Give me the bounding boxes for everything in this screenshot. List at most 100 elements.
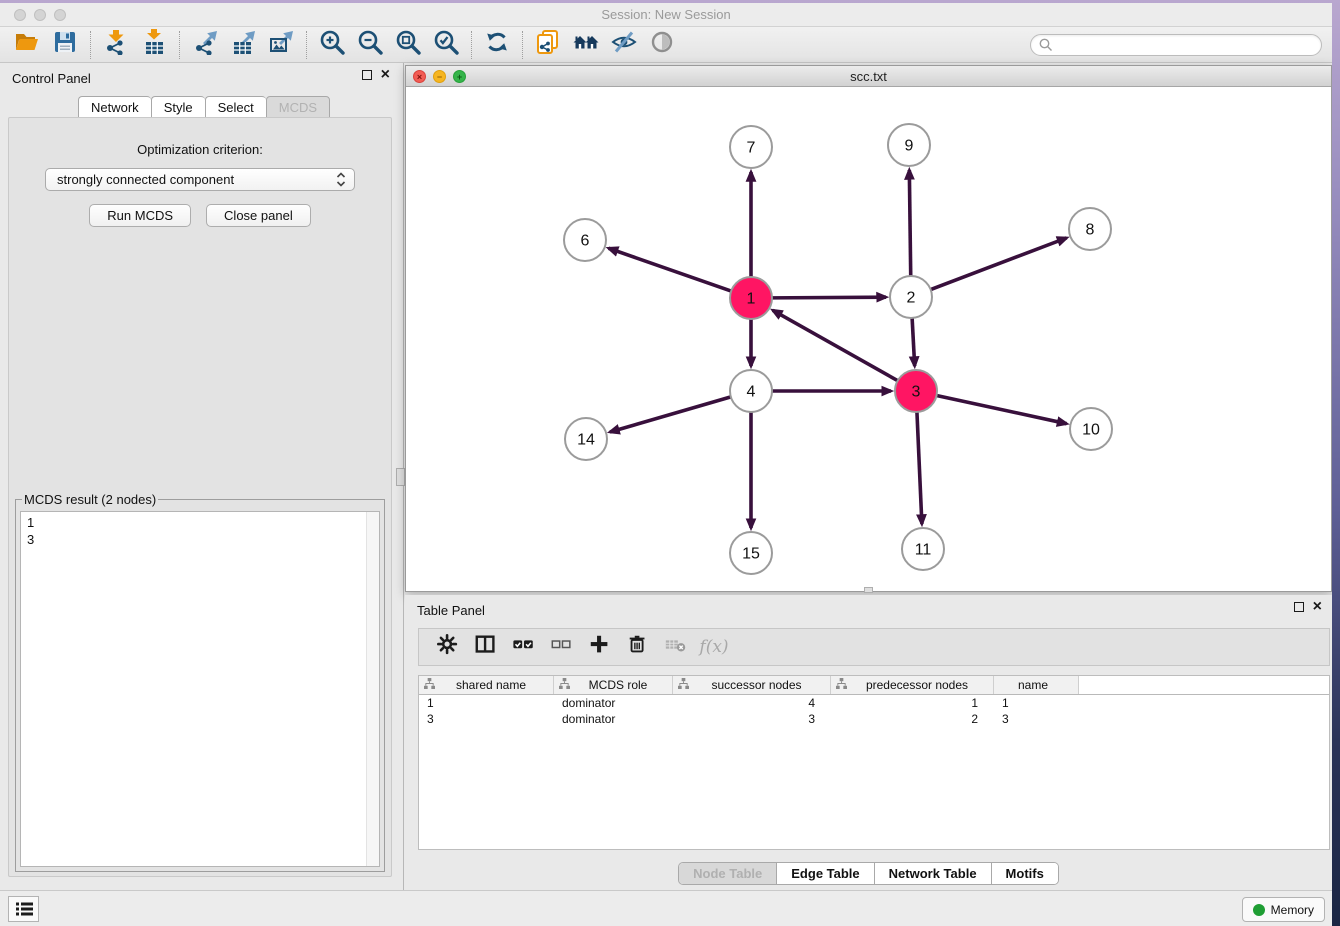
edge-3-11[interactable] (917, 412, 922, 524)
export-image-icon (268, 29, 294, 60)
table-cell[interactable]: 1 (419, 695, 554, 711)
close-table-panel-icon[interactable]: × (1313, 602, 1322, 612)
open-file-button[interactable] (8, 30, 46, 60)
export-table-button[interactable] (224, 30, 262, 60)
show-view-button[interactable] (643, 30, 681, 60)
edge-3-1[interactable] (773, 310, 898, 380)
hide-graphics-button[interactable] (605, 30, 643, 60)
control-panel-title: Control Panel (12, 71, 91, 86)
criterion-dropdown[interactable]: strongly connected component (45, 168, 355, 191)
float-table-panel-icon[interactable] (1294, 602, 1304, 612)
node-label-2: 2 (907, 290, 916, 307)
task-history-button[interactable] (8, 896, 39, 922)
network-window-titlebar: × − + scc.txt (406, 66, 1331, 87)
table-panel-title: Table Panel (417, 603, 485, 618)
hide-columns-button[interactable] (543, 632, 581, 662)
split-view-button[interactable] (467, 632, 505, 662)
vertical-splitter-handle[interactable] (396, 468, 405, 486)
add-row-button[interactable] (581, 632, 619, 662)
home-button[interactable] (567, 30, 605, 60)
table-row[interactable]: 3dominator323 (419, 711, 1329, 727)
table-cell[interactable]: 1 (994, 695, 1079, 711)
edge-2-8[interactable] (931, 238, 1067, 290)
function-builder-button: f(x) (695, 632, 733, 662)
node-label-4: 4 (747, 384, 756, 401)
column-header-name[interactable]: name (994, 676, 1079, 694)
memory-button[interactable]: Memory (1242, 897, 1325, 922)
table-cell[interactable]: 2 (831, 711, 994, 727)
refresh-button[interactable] (478, 30, 516, 60)
tab-network[interactable]: Network (78, 96, 151, 118)
zoom-fit-button[interactable] (389, 30, 427, 60)
horizontal-splitter-handle[interactable] (864, 587, 873, 593)
control-panel: Control Panel × NetworkStyleSelectMCDS O… (0, 63, 400, 890)
edge-3-10[interactable] (937, 395, 1067, 423)
save-session-button[interactable] (46, 30, 84, 60)
tab-node-table[interactable]: Node Table (679, 863, 777, 884)
table-panel: Table Panel × f(x) shared nameMCDS roles… (405, 595, 1332, 890)
zoom-out-icon (357, 29, 383, 60)
column-header-predecessor-nodes[interactable]: predecessor nodes (831, 676, 994, 694)
export-network-button[interactable] (186, 30, 224, 60)
export-image-button[interactable] (262, 30, 300, 60)
node-label-7: 7 (747, 140, 756, 157)
tab-edge-table[interactable]: Edge Table (777, 863, 874, 884)
table-cell[interactable]: 4 (673, 695, 831, 711)
edge-2-3[interactable] (912, 318, 915, 366)
table-cell[interactable]: 3 (673, 711, 831, 727)
settings-icon (436, 633, 460, 662)
import-table-button[interactable] (135, 30, 173, 60)
edge-4-14[interactable] (610, 397, 731, 432)
node-label-14: 14 (577, 432, 595, 449)
table-cell[interactable]: 3 (419, 711, 554, 727)
column-header-MCDS-role[interactable]: MCDS role (554, 676, 673, 694)
column-header-successor-nodes[interactable]: successor nodes (673, 676, 831, 694)
edge-2-9[interactable] (909, 170, 910, 276)
import-network-button[interactable] (97, 30, 135, 60)
export-table-icon (230, 29, 256, 60)
table-cell[interactable]: 1 (831, 695, 994, 711)
column-header-shared-name[interactable]: shared name (419, 676, 554, 694)
import-table-icon (141, 29, 167, 60)
memory-label: Memory (1271, 903, 1314, 917)
table-cell[interactable]: dominator (554, 711, 673, 727)
toolbar-separator (306, 31, 307, 59)
run-mcds-button[interactable]: Run MCDS (89, 204, 191, 227)
node-label-11: 11 (915, 542, 932, 559)
float-panel-icon[interactable] (362, 70, 372, 80)
result-scrollbar[interactable] (366, 512, 379, 866)
table-toolbar: f(x) (418, 628, 1330, 666)
search-box[interactable] (1030, 34, 1322, 56)
show-columns-button[interactable] (505, 632, 543, 662)
mcds-result-textarea[interactable]: 13 (20, 511, 380, 867)
main-toolbar (0, 27, 1332, 63)
close-panel-icon[interactable]: × (381, 70, 390, 80)
delete-row-button[interactable] (619, 632, 657, 662)
table-cell[interactable]: dominator (554, 695, 673, 711)
search-input[interactable] (1057, 38, 1313, 52)
edge-1-2[interactable] (772, 297, 886, 298)
zoom-selected-button[interactable] (427, 30, 465, 60)
tab-mcds[interactable]: MCDS (266, 96, 330, 118)
clone-network-button[interactable] (529, 30, 567, 60)
export-network-icon (192, 29, 218, 60)
result-line: 1 (27, 514, 373, 531)
control-panel-header: Control Panel × (0, 63, 400, 93)
add-row-icon (588, 633, 612, 662)
network-canvas[interactable]: 7968124314101511 (406, 87, 1331, 591)
settings-button[interactable] (429, 632, 467, 662)
close-panel-button[interactable]: Close panel (206, 204, 311, 227)
open-file-icon (14, 29, 40, 60)
zoom-in-button[interactable] (313, 30, 351, 60)
tab-style[interactable]: Style (151, 96, 205, 118)
tab-motifs[interactable]: Motifs (992, 863, 1058, 884)
tab-select[interactable]: Select (205, 96, 266, 118)
node-label-10: 10 (1082, 422, 1100, 439)
zoom-out-button[interactable] (351, 30, 389, 60)
table-row[interactable]: 1dominator411 (419, 695, 1329, 711)
hide-graphics-icon (611, 29, 637, 60)
list-icon (12, 897, 36, 921)
edge-1-6[interactable] (609, 248, 732, 291)
tab-network-table[interactable]: Network Table (875, 863, 992, 884)
table-cell[interactable]: 3 (994, 711, 1079, 727)
